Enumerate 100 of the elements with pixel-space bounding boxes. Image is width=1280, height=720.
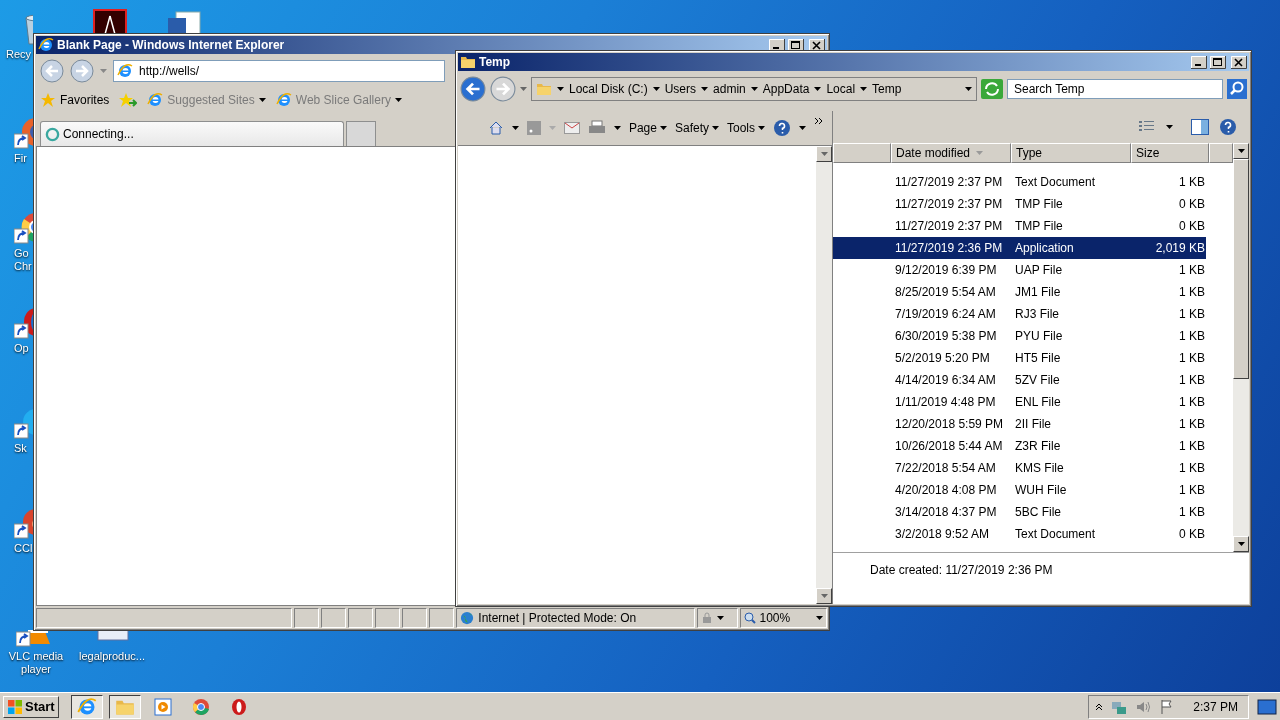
caret-icon bbox=[1237, 542, 1245, 546]
file-row[interactable]: 1/11/2019 4:48 PM ENL File 1 KB bbox=[833, 391, 1206, 413]
command-menu[interactable]: Tools bbox=[727, 121, 765, 135]
column-header[interactable] bbox=[1209, 143, 1233, 163]
taskbar-app-button[interactable] bbox=[108, 694, 141, 719]
caret-icon bbox=[750, 87, 758, 91]
chevron-up-icon[interactable] bbox=[1095, 702, 1104, 711]
file-row[interactable]: 11/27/2019 2:36 PM Application 2,019 KB bbox=[833, 237, 1206, 259]
printer-icon[interactable] bbox=[587, 120, 606, 136]
opera-icon bbox=[229, 697, 248, 716]
file-row[interactable]: 6/30/2019 5:38 PM PYU File 1 KB bbox=[833, 325, 1206, 347]
scrollbar-thumb[interactable] bbox=[1233, 159, 1249, 379]
file-row[interactable]: 10/26/2018 5:44 AM Z3R File 1 KB bbox=[833, 435, 1206, 457]
desktop-icon-label: VLC media bbox=[8, 650, 64, 663]
caret-icon bbox=[712, 126, 719, 130]
breadcrumb-item[interactable]: admin bbox=[701, 82, 746, 96]
desktop-icon-label: CCl bbox=[14, 542, 33, 555]
desktop-icon-label: Go bbox=[14, 247, 29, 260]
show-desktop-button[interactable] bbox=[1257, 697, 1277, 716]
chrome-icon bbox=[191, 697, 210, 716]
favorites-button[interactable]: Favorites bbox=[40, 92, 110, 108]
file-row[interactable]: 4/14/2019 6:34 AM 5ZV File 1 KB bbox=[833, 369, 1206, 391]
window-title: Blank Page - Windows Internet Explorer bbox=[57, 38, 286, 52]
caret-icon bbox=[1166, 125, 1173, 129]
breadcrumb-bar[interactable]: Local Disk (C:) Users admin AppData Local Temp bbox=[531, 77, 977, 101]
file-row[interactable]: 9/12/2019 6:39 PM UAP File 1 KB bbox=[833, 259, 1206, 281]
search-button[interactable] bbox=[1227, 79, 1247, 99]
lock-icon bbox=[701, 612, 714, 624]
loading-icon bbox=[45, 126, 60, 142]
taskbar-app-button[interactable] bbox=[70, 694, 103, 719]
caret-icon bbox=[717, 616, 725, 620]
caret-icon bbox=[394, 98, 402, 102]
file-row[interactable]: 5/2/2019 5:20 PM HT5 File 1 KB bbox=[833, 347, 1206, 369]
home-icon[interactable] bbox=[487, 120, 504, 136]
maximize-button[interactable] bbox=[1210, 55, 1226, 69]
browser-tab[interactable]: Connecting... bbox=[40, 121, 344, 146]
column-header[interactable]: Size bbox=[1131, 143, 1209, 163]
caret-icon bbox=[965, 87, 972, 91]
column-header[interactable]: Date modified bbox=[891, 143, 1011, 163]
file-row[interactable]: 11/27/2019 2:37 PM TMP File 0 KB bbox=[833, 215, 1206, 237]
refresh-button[interactable] bbox=[981, 79, 1003, 99]
caret-icon bbox=[816, 616, 824, 620]
file-row[interactable]: 4/20/2018 4:08 PM WUH File 1 KB bbox=[833, 479, 1206, 501]
caret-icon bbox=[652, 87, 660, 91]
back-button[interactable] bbox=[40, 59, 64, 83]
browser-icon bbox=[275, 92, 292, 108]
search-field[interactable]: Search Temp bbox=[1007, 79, 1223, 99]
address-field[interactable]: http://wells/ bbox=[113, 60, 445, 82]
zoom-button[interactable]: 100% bbox=[739, 608, 828, 628]
caret-icon bbox=[548, 126, 556, 130]
windows-logo-icon bbox=[7, 698, 23, 715]
breadcrumb-item[interactable]: Users bbox=[652, 82, 697, 96]
start-button[interactable]: Start bbox=[3, 695, 59, 718]
command-menu[interactable]: Page bbox=[628, 121, 667, 135]
status-segment bbox=[429, 608, 455, 628]
breadcrumb-item[interactable]: AppData bbox=[750, 82, 810, 96]
desktop-icon-label: Recy bbox=[6, 48, 32, 61]
file-row[interactable]: 7/22/2018 5:54 AM KMS File 1 KB bbox=[833, 457, 1206, 479]
caret-icon bbox=[511, 126, 519, 130]
clock: 2:37 PM bbox=[1193, 699, 1238, 714]
help-icon[interactable] bbox=[773, 119, 791, 137]
column-header[interactable]: Type bbox=[1011, 143, 1131, 163]
file-row[interactable]: 11/27/2019 2:37 PM TMP File 0 KB bbox=[833, 193, 1206, 215]
status-segment bbox=[402, 608, 428, 628]
breadcrumb-item[interactable]: Temp bbox=[860, 82, 902, 96]
views-icon[interactable] bbox=[1138, 120, 1156, 134]
star-icon bbox=[40, 92, 56, 108]
file-row[interactable]: 11/27/2019 2:37 PM Text Document 1 KB bbox=[833, 171, 1206, 193]
caret-icon bbox=[557, 87, 564, 91]
status-segment bbox=[321, 608, 347, 628]
file-row[interactable]: 7/19/2019 6:24 AM RJ3 File 1 KB bbox=[833, 303, 1206, 325]
protected-mode-button[interactable] bbox=[697, 608, 738, 628]
zone-indicator: Internet | Protected Mode: On bbox=[456, 608, 696, 628]
desktop-icon-label: Sk bbox=[14, 442, 27, 455]
breadcrumb-item[interactable]: Local bbox=[814, 82, 856, 96]
globe-icon bbox=[460, 611, 475, 625]
minimize-button[interactable] bbox=[1191, 55, 1207, 69]
browser-icon bbox=[38, 37, 54, 53]
file-row[interactable]: 3/14/2018 4:37 PM 5BC File 1 KB bbox=[833, 501, 1206, 523]
caret-icon bbox=[100, 69, 107, 73]
file-row[interactable]: 8/25/2019 5:54 AM JM1 File 1 KB bbox=[833, 281, 1206, 303]
status-segment bbox=[375, 608, 401, 628]
forward-button[interactable] bbox=[70, 59, 94, 83]
desktop-app-icon[interactable] bbox=[90, 8, 130, 34]
desktop-icon-label: player bbox=[21, 663, 51, 676]
status-segment bbox=[348, 608, 374, 628]
help-icon[interactable] bbox=[1219, 118, 1237, 136]
caret-icon bbox=[1237, 149, 1245, 153]
media-player-icon bbox=[153, 697, 172, 716]
preview-pane-icon[interactable] bbox=[1191, 119, 1209, 135]
file-row[interactable]: 12/20/2018 5:59 PM 2II File 1 KB bbox=[833, 413, 1206, 435]
chevron-icon[interactable] bbox=[814, 117, 824, 127]
mail-icon[interactable] bbox=[563, 122, 580, 134]
file-row[interactable]: 3/2/2018 9:52 AM Text Document 0 KB bbox=[833, 523, 1206, 545]
close-button[interactable] bbox=[1231, 55, 1247, 69]
forward-button[interactable] bbox=[490, 76, 516, 102]
back-button[interactable] bbox=[460, 76, 486, 102]
breadcrumb-item[interactable]: Local Disk (C:) bbox=[557, 82, 648, 96]
command-menu[interactable]: Safety bbox=[674, 121, 719, 135]
column-header[interactable] bbox=[833, 143, 891, 163]
